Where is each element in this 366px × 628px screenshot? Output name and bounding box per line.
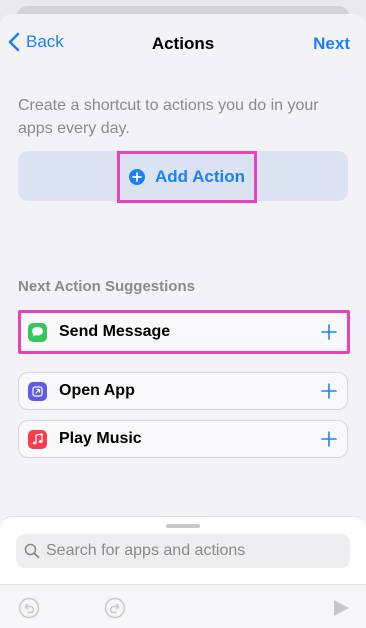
suggestion-send-message[interactable]: Send Message — [18, 310, 350, 354]
suggestion-open-app[interactable]: Open App — [18, 372, 348, 410]
play-icon[interactable] — [330, 597, 352, 619]
drag-handle[interactable] — [166, 524, 200, 528]
add-icon[interactable] — [321, 383, 337, 399]
open-app-icon — [28, 381, 47, 401]
search-placeholder: Search for apps and actions — [46, 542, 246, 559]
add-icon[interactable] — [321, 431, 337, 447]
intro-description: Create a shortcut to actions you do in y… — [18, 97, 319, 137]
actions-sheet: Back Actions Next Create a shortcut to a… — [0, 14, 366, 628]
music-app-icon — [28, 429, 47, 449]
suggestion-label: Play Music — [59, 430, 142, 447]
plus-circle-icon — [128, 169, 145, 185]
navigation-bar: Back Actions Next — [0, 14, 366, 72]
page-title: Actions — [151, 34, 215, 53]
search-input[interactable]: Search for apps and actions — [16, 534, 350, 568]
messages-app-icon — [28, 322, 47, 342]
add-action-label: Add Action — [154, 167, 246, 186]
next-button[interactable]: Next — [313, 34, 350, 54]
add-action-button[interactable]: Add Action — [117, 151, 257, 203]
undo-icon[interactable] — [18, 597, 40, 619]
redo-icon[interactable] — [104, 597, 126, 619]
suggestions-title: Next Action Suggestions — [18, 278, 195, 295]
add-action-card: Add Action — [18, 151, 348, 203]
suggestion-label: Open App — [59, 382, 135, 399]
editor-toolbar — [0, 584, 366, 628]
suggestion-label: Send Message — [59, 323, 171, 340]
suggestion-play-music[interactable]: Play Music — [18, 420, 348, 458]
search-icon — [24, 543, 40, 559]
add-icon[interactable] — [321, 324, 337, 340]
